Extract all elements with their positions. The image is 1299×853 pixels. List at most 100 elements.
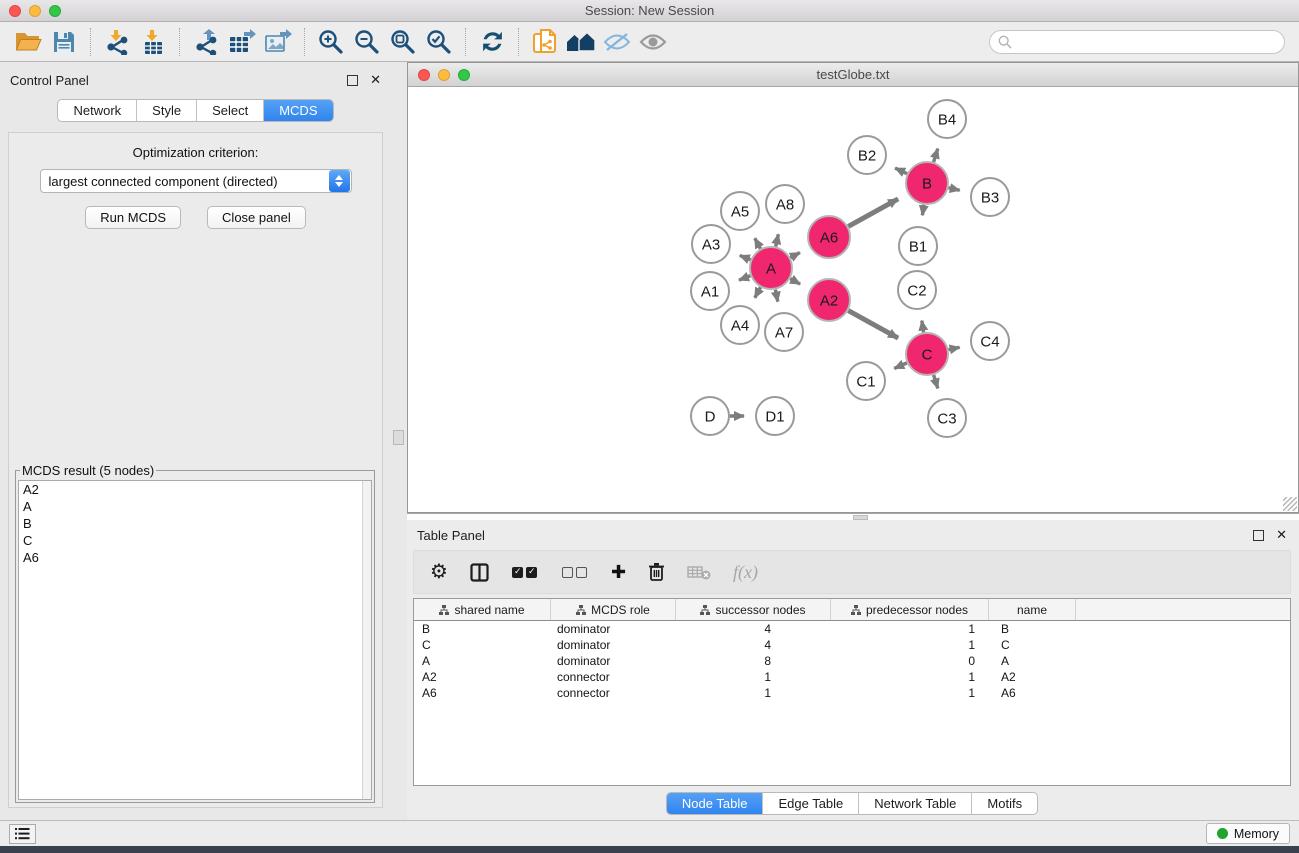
table-cell[interactable]: A6 [414, 686, 551, 700]
refresh-button[interactable] [474, 26, 510, 58]
table-cell[interactable]: 1 [831, 638, 989, 652]
graph-edge-A-A5[interactable] [755, 238, 761, 249]
column-header-shared-name[interactable]: shared name [414, 599, 551, 620]
graph-edge-B-B4[interactable] [934, 149, 938, 162]
table-cell[interactable]: A [414, 654, 551, 668]
graph-node-A4[interactable]: A4 [721, 306, 759, 344]
table-cell[interactable]: A6 [989, 686, 1076, 700]
close-window-icon[interactable] [9, 5, 21, 17]
table-cell[interactable]: 1 [676, 670, 831, 684]
tab-mcds[interactable]: MCDS [263, 100, 332, 121]
task-history-button[interactable] [9, 824, 36, 844]
graph-node-D1[interactable]: D1 [756, 397, 794, 435]
graph-edge-A-A1[interactable] [739, 276, 750, 280]
memory-button[interactable]: Memory [1206, 823, 1290, 844]
panel-splitter[interactable] [391, 62, 407, 820]
table-cell[interactable]: connector [551, 670, 676, 684]
result-item[interactable]: A6 [19, 549, 371, 566]
tab-network[interactable]: Network [58, 100, 136, 121]
table-cell[interactable]: 8 [676, 654, 831, 668]
criterion-dropdown[interactable]: largest connected component (directed) [40, 169, 352, 193]
graph-node-A7[interactable]: A7 [765, 313, 803, 351]
result-scrollbar[interactable] [362, 481, 371, 799]
graph-node-C1[interactable]: C1 [847, 362, 885, 400]
table-row[interactable]: Cdominator41C [414, 637, 1290, 653]
export-image-button[interactable] [260, 26, 296, 58]
import-network-button[interactable] [99, 26, 135, 58]
graph-node-B3[interactable]: B3 [971, 178, 1009, 216]
close-network-window-icon[interactable] [418, 69, 430, 81]
table-splitter-grip[interactable] [853, 515, 868, 520]
table-cell[interactable]: dominator [551, 638, 676, 652]
table-tab-node-table[interactable]: Node Table [667, 793, 763, 814]
table-cell[interactable]: 1 [831, 622, 989, 636]
graph-node-A3[interactable]: A3 [692, 225, 730, 263]
close-panel-button[interactable]: Close panel [207, 206, 306, 229]
graph-edge-A-A7[interactable] [775, 290, 777, 302]
graph-node-C2[interactable]: C2 [898, 271, 936, 309]
table-row[interactable]: Bdominator41B [414, 621, 1290, 637]
table-cell[interactable]: B [989, 622, 1076, 636]
network-canvas[interactable]: B4B2BB3A5A8A6B1A3AC2A1A2A4A7CC4C1C3DD1 [408, 87, 1298, 512]
graph-edge-C-C4[interactable] [949, 347, 960, 349]
table-row[interactable]: A2connector11A2 [414, 669, 1290, 685]
table-cell[interactable]: 4 [676, 638, 831, 652]
column-header-successor-nodes[interactable]: successor nodes [676, 599, 831, 620]
graph-edge-C-C3[interactable] [934, 375, 938, 388]
table-cell[interactable]: dominator [551, 622, 676, 636]
delete-column-button[interactable] [648, 562, 665, 582]
graph-edge-A6-B[interactable] [848, 199, 898, 227]
window-resize-grip[interactable] [1283, 497, 1297, 511]
deselect-all-button[interactable] [561, 567, 589, 578]
zoom-out-button[interactable] [349, 26, 385, 58]
table-cell[interactable]: 4 [676, 622, 831, 636]
table-cell[interactable]: dominator [551, 654, 676, 668]
table-cell[interactable]: A2 [414, 670, 551, 684]
table-cell[interactable]: A [989, 654, 1076, 668]
graph-node-B4[interactable]: B4 [928, 100, 966, 138]
zoom-fit-button[interactable] [385, 26, 421, 58]
graph-edge-A-A3[interactable] [740, 256, 751, 260]
graph-node-B[interactable]: B [906, 162, 948, 204]
show-all-button[interactable] [635, 26, 671, 58]
table-cell[interactable]: B [414, 622, 551, 636]
graph-node-C3[interactable]: C3 [928, 399, 966, 437]
graph-edge-C-C2[interactable] [922, 321, 924, 333]
tab-style[interactable]: Style [136, 100, 196, 121]
graph-node-A2[interactable]: A2 [808, 279, 850, 321]
graph-node-A[interactable]: A [750, 247, 792, 289]
result-item[interactable]: A2 [19, 481, 371, 498]
splitter-grip[interactable] [393, 430, 404, 445]
home-layout-button[interactable] [563, 26, 599, 58]
table-cell[interactable]: connector [551, 686, 676, 700]
column-header-name[interactable]: name [989, 599, 1076, 620]
table-cell[interactable]: 1 [831, 670, 989, 684]
close-table-panel-icon[interactable]: ✕ [1276, 527, 1287, 543]
graph-edge-A-A8[interactable] [776, 234, 779, 246]
close-panel-icon[interactable]: ✕ [370, 72, 381, 88]
graph-node-D[interactable]: D [691, 397, 729, 435]
float-table-panel-icon[interactable] [1253, 530, 1264, 541]
delete-table-button[interactable] [687, 564, 711, 580]
graph-node-A1[interactable]: A1 [691, 272, 729, 310]
table-cell[interactable]: 1 [831, 686, 989, 700]
run-mcds-button[interactable]: Run MCDS [85, 206, 181, 229]
result-item[interactable]: C [19, 532, 371, 549]
select-all-button[interactable] [511, 567, 539, 578]
hide-selected-button[interactable] [599, 26, 635, 58]
result-item[interactable]: A [19, 498, 371, 515]
add-column-button[interactable]: ✚ [611, 563, 626, 581]
graph-edge-A-A6[interactable] [790, 253, 800, 258]
graph-edge-A2-C[interactable] [848, 311, 898, 339]
graph-node-A5[interactable]: A5 [721, 192, 759, 230]
graph-node-B1[interactable]: B1 [899, 227, 937, 265]
result-item[interactable]: B [19, 515, 371, 532]
column-header-MCDS-role[interactable]: MCDS role [551, 599, 676, 620]
table-row[interactable]: A6connector11A6 [414, 685, 1290, 701]
table-row[interactable]: Adominator80A [414, 653, 1290, 669]
save-session-button[interactable] [46, 26, 82, 58]
table-splitter[interactable] [407, 513, 1299, 520]
zoom-selected-button[interactable] [421, 26, 457, 58]
tab-select[interactable]: Select [196, 100, 263, 121]
table-cell[interactable]: C [989, 638, 1076, 652]
